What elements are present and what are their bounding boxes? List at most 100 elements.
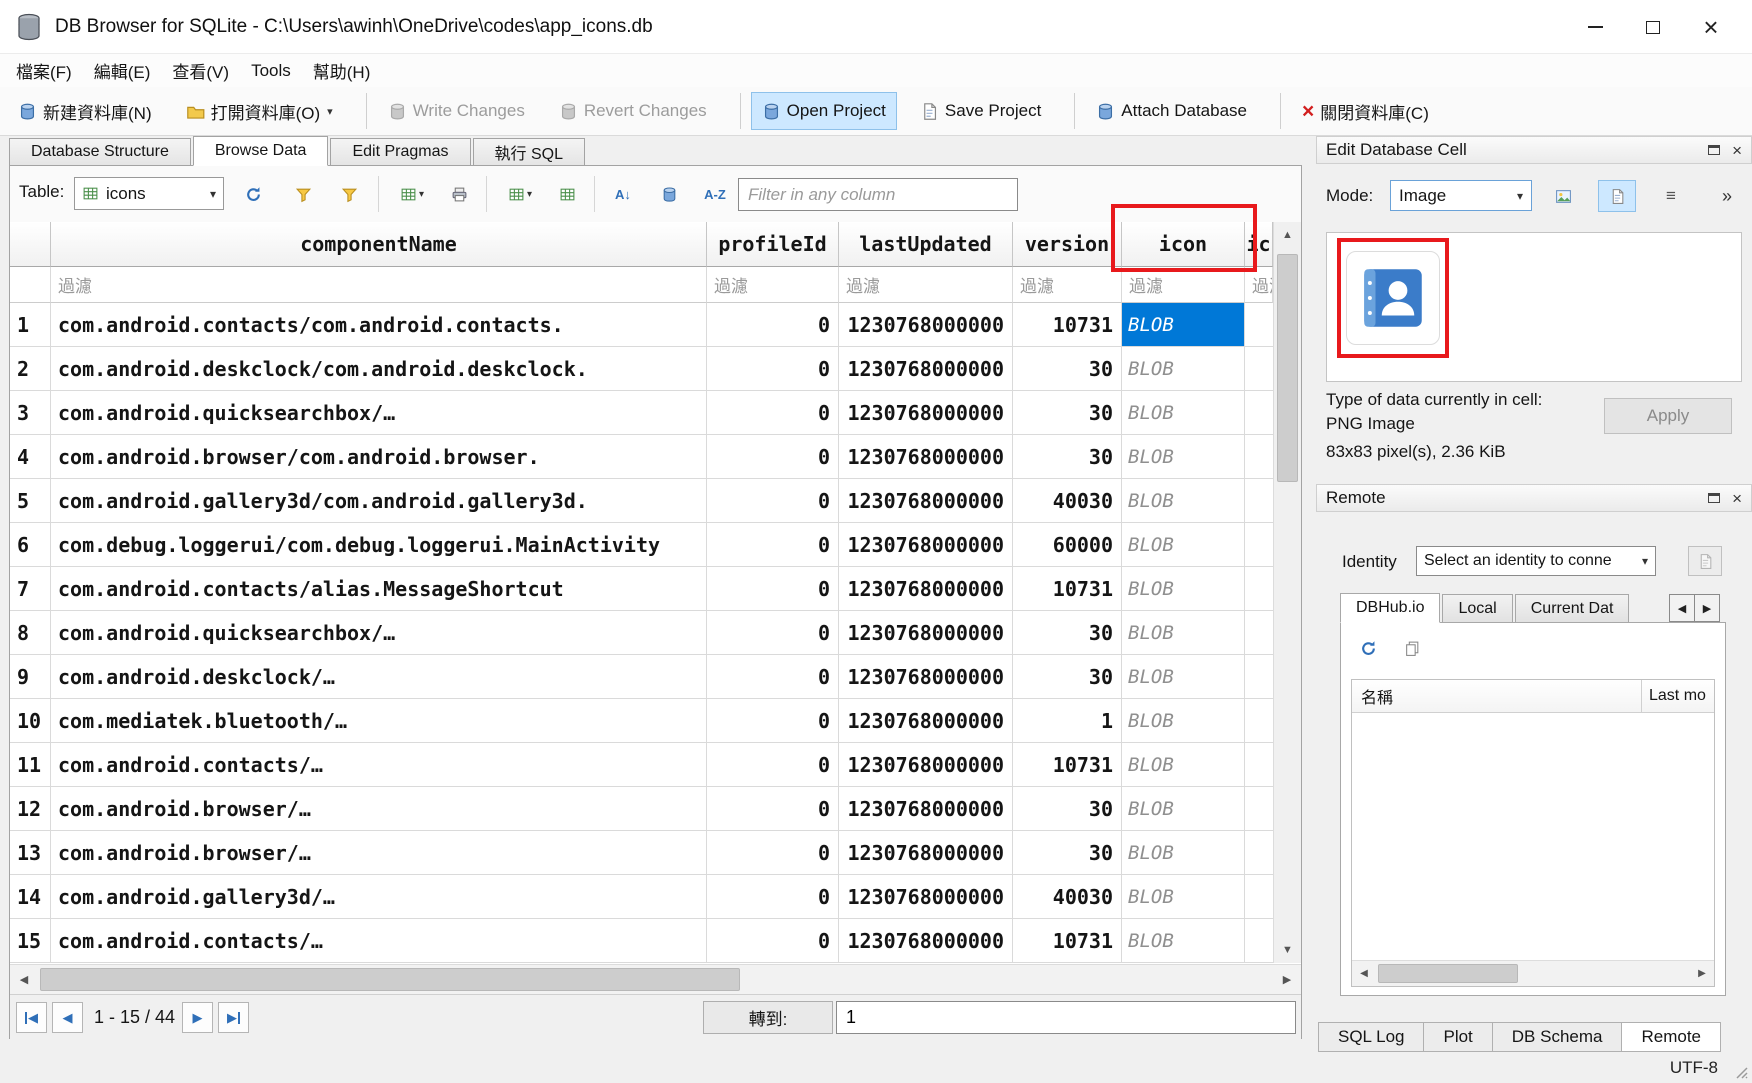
column-header-name[interactable]: 名稱 bbox=[1352, 680, 1642, 712]
scroll-right-arrow[interactable]: ▶ bbox=[1690, 961, 1714, 986]
column-header-last-modified[interactable]: Last mo bbox=[1642, 680, 1714, 712]
close-database-button[interactable]: × 關閉資料庫(C) bbox=[1291, 90, 1440, 133]
cell-version[interactable]: 10731 bbox=[1013, 303, 1122, 347]
close-panel-button[interactable]: × bbox=[1732, 142, 1742, 159]
open-database-button[interactable]: 打開資料庫(O) ▾ bbox=[175, 90, 344, 133]
column-header-componentname[interactable]: componentName bbox=[51, 222, 707, 267]
cell-icon-blob[interactable]: BLOB bbox=[1122, 567, 1245, 611]
cell-lastupdated[interactable]: 1230768000000 bbox=[839, 919, 1013, 963]
minimize-button[interactable] bbox=[1566, 0, 1624, 54]
clear-filters-button[interactable] bbox=[286, 177, 320, 211]
cell-profileid[interactable]: 0 bbox=[707, 303, 839, 347]
refresh-button[interactable] bbox=[236, 177, 270, 211]
identity-select[interactable]: Select an identity to conne ▾ bbox=[1416, 546, 1656, 576]
text-view-button[interactable] bbox=[1598, 180, 1636, 212]
cell-componentname[interactable]: com.android.deskclock/com.android.deskcl… bbox=[51, 347, 707, 391]
cell-profileid[interactable]: 0 bbox=[707, 523, 839, 567]
cell-componentname[interactable]: com.android.browser/com.android.browser. bbox=[51, 435, 707, 479]
filter-input-profileid[interactable]: 過濾 bbox=[707, 267, 839, 303]
cell-profileid[interactable]: 0 bbox=[707, 743, 839, 787]
cell-componentname[interactable]: com.android.browser/… bbox=[51, 831, 707, 875]
cell-profileid[interactable]: 0 bbox=[707, 611, 839, 655]
filter-input-lastupdated[interactable]: 過濾 bbox=[839, 267, 1013, 303]
new-database-button[interactable]: 新建資料庫(N) bbox=[7, 90, 163, 133]
write-changes-button[interactable]: Write Changes bbox=[377, 92, 536, 130]
row-number[interactable]: 7 bbox=[10, 567, 51, 611]
cell-profileid[interactable]: 0 bbox=[707, 479, 839, 523]
scroll-up-arrow[interactable]: ▲ bbox=[1274, 222, 1301, 248]
dock-tab-plot[interactable]: Plot bbox=[1423, 1022, 1492, 1052]
cell-profileid[interactable]: 0 bbox=[707, 347, 839, 391]
cell-icon-blob[interactable]: BLOB bbox=[1122, 699, 1245, 743]
cell-version[interactable]: 10731 bbox=[1013, 919, 1122, 963]
cell-lastupdated[interactable]: 1230768000000 bbox=[839, 347, 1013, 391]
cell-componentname[interactable]: com.android.contacts/com.android.contact… bbox=[51, 303, 707, 347]
tab-browse-data[interactable]: Browse Data bbox=[193, 136, 329, 166]
filter-input-componentname[interactable]: 過濾 bbox=[51, 267, 707, 303]
row-number[interactable]: 8 bbox=[10, 611, 51, 655]
next-page-button[interactable]: ▶ bbox=[182, 1002, 213, 1033]
cell-componentname[interactable]: com.android.quicksearchbox/… bbox=[51, 391, 707, 435]
scroll-left-arrow[interactable]: ◀ bbox=[10, 965, 38, 994]
menu-item-tools[interactable]: Tools bbox=[240, 56, 302, 86]
apply-button[interactable]: Apply bbox=[1604, 398, 1732, 434]
cell-version[interactable]: 1 bbox=[1013, 699, 1122, 743]
cell-icon-blob[interactable]: BLOB bbox=[1122, 831, 1245, 875]
cell-lastupdated[interactable]: 1230768000000 bbox=[839, 875, 1013, 919]
identity-file-button[interactable] bbox=[1688, 546, 1722, 576]
cell-version[interactable]: 10731 bbox=[1013, 743, 1122, 787]
row-number[interactable]: 14 bbox=[10, 875, 51, 919]
cell-icon-blob[interactable]: BLOB bbox=[1122, 875, 1245, 919]
cell-version[interactable]: 30 bbox=[1013, 655, 1122, 699]
horizontal-scroll-thumb[interactable] bbox=[40, 968, 740, 991]
float-panel-button[interactable] bbox=[1708, 145, 1720, 155]
row-number[interactable]: 11 bbox=[10, 743, 51, 787]
cell-lastupdated[interactable]: 1230768000000 bbox=[839, 787, 1013, 831]
cell-componentname[interactable]: com.android.contacts/alias.MessageShortc… bbox=[51, 567, 707, 611]
remote-tab-local[interactable]: Local bbox=[1442, 594, 1512, 622]
previous-page-button[interactable]: ◀ bbox=[52, 1002, 83, 1033]
cell-lastupdated[interactable]: 1230768000000 bbox=[839, 303, 1013, 347]
sort-ascending-button[interactable]: A↓ bbox=[606, 177, 640, 211]
remote-scroll-thumb[interactable] bbox=[1378, 964, 1518, 983]
attach-database-button[interactable]: Attach Database bbox=[1085, 92, 1258, 130]
cell-profileid[interactable]: 0 bbox=[707, 699, 839, 743]
tab-sql[interactable]: 執行 SQL bbox=[473, 138, 585, 165]
delete-record-button[interactable] bbox=[550, 177, 584, 211]
cell-lastupdated[interactable]: 1230768000000 bbox=[839, 523, 1013, 567]
row-number[interactable]: 6 bbox=[10, 523, 51, 567]
cell-componentname[interactable]: com.android.gallery3d/com.android.galler… bbox=[51, 479, 707, 523]
cell-profileid[interactable]: 0 bbox=[707, 919, 839, 963]
float-panel-button[interactable] bbox=[1708, 493, 1720, 503]
mode-select[interactable]: Image ▾ bbox=[1390, 180, 1532, 211]
remote-tab-current-dat[interactable]: Current Dat bbox=[1515, 594, 1630, 622]
menu-item-h[interactable]: 幫助(H) bbox=[302, 53, 382, 88]
close-panel-button[interactable]: × bbox=[1732, 490, 1742, 507]
cell-icon-blob[interactable]: BLOB bbox=[1122, 479, 1245, 523]
vertical-scroll-thumb[interactable] bbox=[1277, 254, 1298, 482]
filter-input-icon[interactable]: 過濾 bbox=[1122, 267, 1245, 303]
cell-version[interactable]: 30 bbox=[1013, 435, 1122, 479]
cell-lastupdated[interactable]: 1230768000000 bbox=[839, 567, 1013, 611]
cell-componentname[interactable]: com.android.gallery3d/… bbox=[51, 875, 707, 919]
row-number[interactable]: 12 bbox=[10, 787, 51, 831]
maximize-button[interactable] bbox=[1624, 0, 1682, 54]
cell-icon-blob[interactable]: BLOB bbox=[1122, 303, 1245, 347]
tab-edit-pragmas[interactable]: Edit Pragmas bbox=[330, 138, 470, 165]
cell-icon-blob[interactable]: BLOB bbox=[1122, 919, 1245, 963]
scroll-right-arrow[interactable]: ▶ bbox=[1273, 965, 1301, 994]
cell-lastupdated[interactable]: 1230768000000 bbox=[839, 391, 1013, 435]
dock-tab-remote[interactable]: Remote bbox=[1621, 1022, 1721, 1052]
last-page-button[interactable]: ▶ bbox=[218, 1002, 249, 1033]
cell-componentname[interactable]: com.android.contacts/… bbox=[51, 743, 707, 787]
column-header-ic[interactable]: ic bbox=[1245, 222, 1273, 267]
print-button[interactable] bbox=[442, 177, 476, 211]
dock-tab-db-schema[interactable]: DB Schema bbox=[1492, 1022, 1623, 1052]
resize-grip[interactable] bbox=[1735, 1066, 1749, 1080]
cell-lastupdated[interactable]: 1230768000000 bbox=[839, 743, 1013, 787]
cell-profileid[interactable]: 0 bbox=[707, 875, 839, 919]
cell-version[interactable]: 40030 bbox=[1013, 479, 1122, 523]
cell-version[interactable]: 10731 bbox=[1013, 567, 1122, 611]
remote-clone-button[interactable] bbox=[1395, 631, 1429, 665]
cell-icon-blob[interactable]: BLOB bbox=[1122, 523, 1245, 567]
